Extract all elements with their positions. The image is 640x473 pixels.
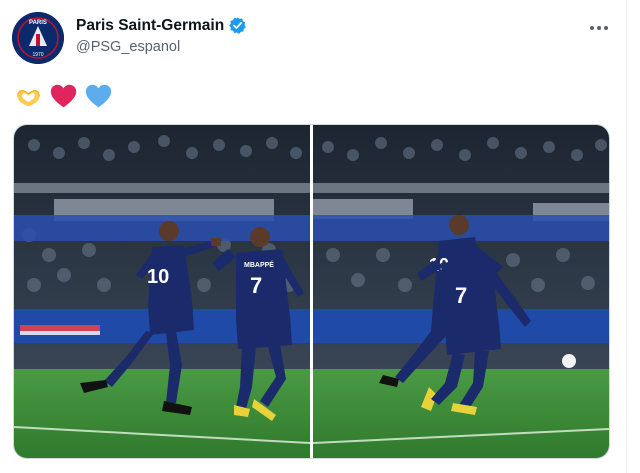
tweet-card: PARIS 1970 Paris Saint-Germain @PSG_espa… [0, 0, 627, 473]
blue-heart-emoji [84, 82, 113, 111]
red-heart-emoji [49, 82, 78, 111]
left-player-a-number: 10 [147, 266, 169, 288]
psg-avatar[interactable]: PARIS 1970 [12, 12, 64, 64]
more-horizontal-icon[interactable] [586, 18, 612, 38]
photo-left[interactable]: 10 MBAPPÉ 7 [14, 125, 311, 458]
photo-right[interactable]: 10 7 [312, 125, 609, 458]
left-player-b-number: 7 [250, 273, 262, 298]
tweet-media-grid: 10 MBAPPÉ 7 7 [13, 124, 610, 459]
svg-text:1970: 1970 [32, 52, 43, 58]
left-player-b-name: MBAPPÉ [244, 260, 274, 269]
avatar-text: PARIS [29, 20, 47, 26]
user-handle[interactable]: @PSG_espanol [76, 39, 180, 55]
verified-badge-icon [228, 16, 247, 35]
tweet-text-emojis [14, 82, 113, 111]
right-player-b-number: 7 [455, 283, 467, 308]
author-name-row: Paris Saint-Germain [76, 16, 247, 35]
display-name[interactable]: Paris Saint-Germain [76, 17, 224, 35]
heart-hands-emoji [14, 82, 43, 111]
